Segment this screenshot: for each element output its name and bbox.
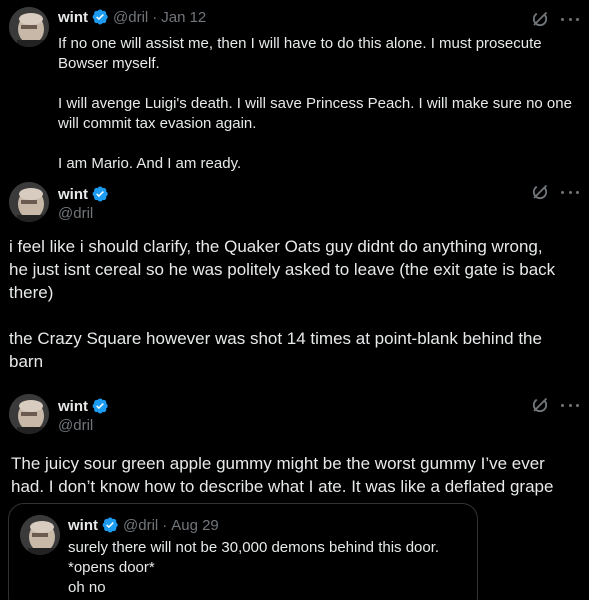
more-icon[interactable] xyxy=(561,183,579,201)
avatar[interactable] xyxy=(20,515,60,555)
avatar[interactable] xyxy=(9,7,49,47)
quoted-tweet[interactable]: wint @dril · Aug 29 surely there will no… xyxy=(8,503,478,600)
author-handle[interactable]: @dril xyxy=(58,417,93,434)
quoted-tweet-text: surely there will not be 30,000 demons b… xyxy=(68,539,440,596)
verified-badge-icon xyxy=(101,516,119,534)
grok-icon[interactable] xyxy=(531,10,549,28)
tweet-date[interactable]: Aug 29 xyxy=(171,517,219,534)
tweet-date[interactable]: Jan 12 xyxy=(161,9,206,26)
author-name[interactable]: wint xyxy=(58,398,88,415)
verified-badge-icon xyxy=(91,185,109,203)
author-handle[interactable]: @dril xyxy=(123,517,158,534)
tweet-text: The juicy sour green apple gummy might b… xyxy=(11,454,554,496)
tweet-text: If no one will assist me, then I will ha… xyxy=(58,35,572,172)
verified-badge-icon xyxy=(91,8,109,26)
avatar[interactable] xyxy=(9,394,49,434)
author-name[interactable]: wint xyxy=(58,186,88,203)
avatar[interactable] xyxy=(9,182,49,222)
tweet-text: i feel like i should clarify, the Quaker… xyxy=(9,237,556,371)
separator-dot: · xyxy=(162,516,168,534)
author-name[interactable]: wint xyxy=(68,517,98,534)
more-icon[interactable] xyxy=(561,10,579,28)
separator-dot: · xyxy=(152,8,158,26)
author-handle[interactable]: @dril xyxy=(58,205,93,222)
verified-badge-icon xyxy=(91,397,109,415)
author-name[interactable]: wint xyxy=(58,9,88,26)
author-handle[interactable]: @dril xyxy=(113,9,148,26)
grok-icon[interactable] xyxy=(531,183,549,201)
more-icon[interactable] xyxy=(561,396,579,414)
grok-icon[interactable] xyxy=(531,396,549,414)
